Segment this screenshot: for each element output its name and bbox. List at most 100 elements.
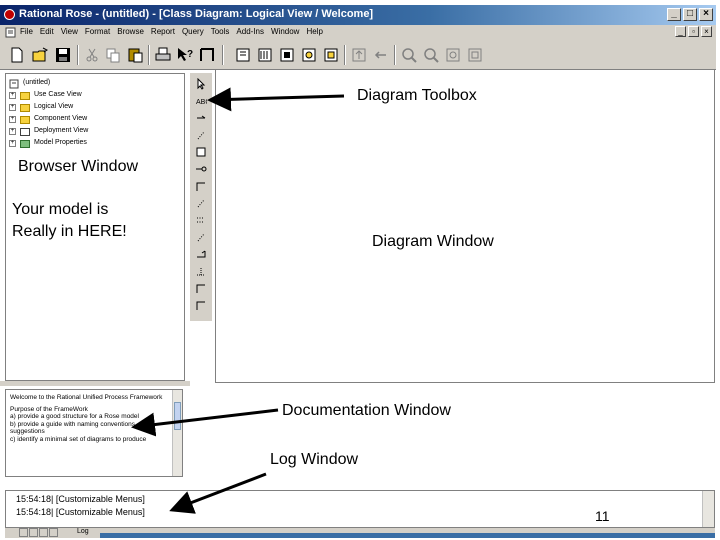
tree-item-label: Deployment View xyxy=(34,127,89,134)
standard-toolbar: ? xyxy=(0,40,716,70)
menu-view[interactable]: View xyxy=(61,27,78,36)
expand-toggle[interactable]: + xyxy=(9,104,16,111)
diagram-window[interactable] xyxy=(215,70,715,383)
browse-class-icon[interactable] xyxy=(198,46,216,64)
menu-format[interactable]: Format xyxy=(85,27,110,36)
log-scrollbar[interactable] xyxy=(702,491,714,527)
new-icon[interactable] xyxy=(8,46,26,64)
log-line: 15:54:18| [Customizable Menus] xyxy=(16,494,145,504)
menu-add-ins[interactable]: Add-Ins xyxy=(236,27,264,36)
selection-arrow-icon[interactable] xyxy=(195,78,207,90)
undo-fit-icon[interactable] xyxy=(350,46,368,64)
mdi-restore-button[interactable]: ▫ xyxy=(688,26,699,37)
doc-paragraph: c) identify a minimal set of diagrams to… xyxy=(10,435,147,443)
doc-scrollbar[interactable] xyxy=(172,390,182,476)
anchor-note-icon[interactable] xyxy=(195,129,207,141)
association-class-icon[interactable] xyxy=(195,197,207,209)
back-arrow-icon[interactable] xyxy=(372,46,390,64)
tab-prev-button[interactable] xyxy=(29,528,38,537)
menu-browse[interactable]: Browse xyxy=(117,27,144,36)
mdi-close-button[interactable]: × xyxy=(701,26,712,37)
taskbar-strip xyxy=(100,533,715,538)
generalization-icon[interactable] xyxy=(195,248,207,260)
dependency-icon[interactable] xyxy=(195,231,207,243)
menu-query[interactable]: Query xyxy=(182,27,204,36)
doc-paragraph: a) provide a good structure for a Rose m… xyxy=(10,413,139,420)
doc-paragraph: b) provide a guide with naming conventio… xyxy=(10,420,137,436)
paste-icon[interactable] xyxy=(126,46,144,64)
menu-file[interactable]: File xyxy=(20,27,33,36)
folder-icon xyxy=(20,92,30,100)
log-line: 15:54:18| [Customizable Menus] xyxy=(16,507,145,517)
tool-extra-1-icon[interactable] xyxy=(195,282,207,294)
zoom-in-icon[interactable] xyxy=(400,46,418,64)
minimize-button[interactable]: _ xyxy=(667,8,681,21)
mdi-minimize-button[interactable]: _ xyxy=(675,26,686,37)
browser-doc-splitter[interactable] xyxy=(0,381,190,386)
label-model-note-line2: Really in HERE! xyxy=(12,223,127,240)
expand-toggle[interactable]: + xyxy=(9,140,16,147)
open-icon[interactable] xyxy=(31,46,49,64)
unidirectional-association-icon[interactable] xyxy=(195,180,207,192)
label-model-note-line1: Your model is xyxy=(12,201,109,218)
browse-component-icon[interactable] xyxy=(256,46,274,64)
scrollbar-thumb[interactable] xyxy=(174,402,181,430)
menu-report[interactable]: Report xyxy=(151,27,175,36)
tab-log[interactable]: Log xyxy=(77,528,89,535)
folder-icon xyxy=(20,116,30,124)
tree-item-label: Use Case View xyxy=(34,91,82,98)
tab-last-button[interactable] xyxy=(49,528,58,537)
model-icon xyxy=(9,79,19,89)
rational-rose-app-icon xyxy=(4,9,15,20)
svg-text:?: ? xyxy=(187,49,193,60)
maximize-button[interactable]: □ xyxy=(683,8,697,21)
context-help-icon[interactable]: ? xyxy=(176,46,194,64)
tab-first-button[interactable] xyxy=(19,528,28,537)
tab-scroll-buttons[interactable] xyxy=(19,528,58,537)
menu-bar: File Edit View Format Browse Report Quer… xyxy=(0,25,716,40)
note-icon[interactable] xyxy=(195,112,207,124)
browse-previous-icon[interactable] xyxy=(322,46,340,64)
documentation-text: Welcome to the Rational Unified Process … xyxy=(10,394,170,447)
doc-paragraph: Welcome to the Rational Unified Process … xyxy=(10,394,163,401)
log-tab-bar: Log xyxy=(5,528,715,538)
save-icon[interactable] xyxy=(54,46,72,64)
label-log-window: Log Window xyxy=(270,451,359,468)
interface-icon[interactable] xyxy=(195,163,207,175)
svg-text:ABC: ABC xyxy=(196,99,207,106)
copy-icon[interactable] xyxy=(104,46,122,64)
menu-window[interactable]: Window xyxy=(271,27,299,36)
tree-root-label: (untitled) xyxy=(23,79,51,86)
zoom-out-icon[interactable] xyxy=(422,46,440,64)
documentation-window[interactable]: Welcome to the Rational Unified Process … xyxy=(5,389,183,477)
realize-icon[interactable] xyxy=(195,265,207,277)
browse-deployment-icon[interactable] xyxy=(278,46,296,64)
expand-toggle[interactable]: + xyxy=(9,116,16,123)
window-title: Rational Rose - (untitled) - [Class Diag… xyxy=(19,8,374,20)
fit-window-icon[interactable] xyxy=(444,46,462,64)
menu-help[interactable]: Help xyxy=(306,27,322,36)
browse-parent-icon[interactable] xyxy=(300,46,318,64)
expand-toggle[interactable]: + xyxy=(9,92,16,99)
tool-extra-2-icon[interactable] xyxy=(195,299,207,311)
tree-item-label: Logical View xyxy=(34,103,74,110)
package-icon[interactable] xyxy=(195,214,207,226)
tree-item-label: Model Properties xyxy=(34,139,87,146)
browse-interaction-icon[interactable] xyxy=(234,46,252,64)
deployment-icon xyxy=(20,128,30,136)
class-icon[interactable] xyxy=(195,146,207,158)
close-button[interactable]: × xyxy=(699,8,713,21)
folder-icon xyxy=(20,104,30,112)
expand-toggle[interactable]: + xyxy=(9,128,16,135)
label-documentation-window: Documentation Window xyxy=(282,402,451,419)
cut-icon[interactable] xyxy=(83,46,101,64)
properties-icon xyxy=(20,140,30,148)
overview-icon[interactable] xyxy=(466,46,484,64)
text-box-icon[interactable]: ABC xyxy=(195,95,207,107)
document-icon[interactable] xyxy=(5,27,16,38)
menu-edit[interactable]: Edit xyxy=(40,27,54,36)
tab-next-button[interactable] xyxy=(39,528,48,537)
print-icon[interactable] xyxy=(154,46,172,64)
label-browser-window: Browser Window xyxy=(18,158,139,175)
menu-tools[interactable]: Tools xyxy=(211,27,230,36)
